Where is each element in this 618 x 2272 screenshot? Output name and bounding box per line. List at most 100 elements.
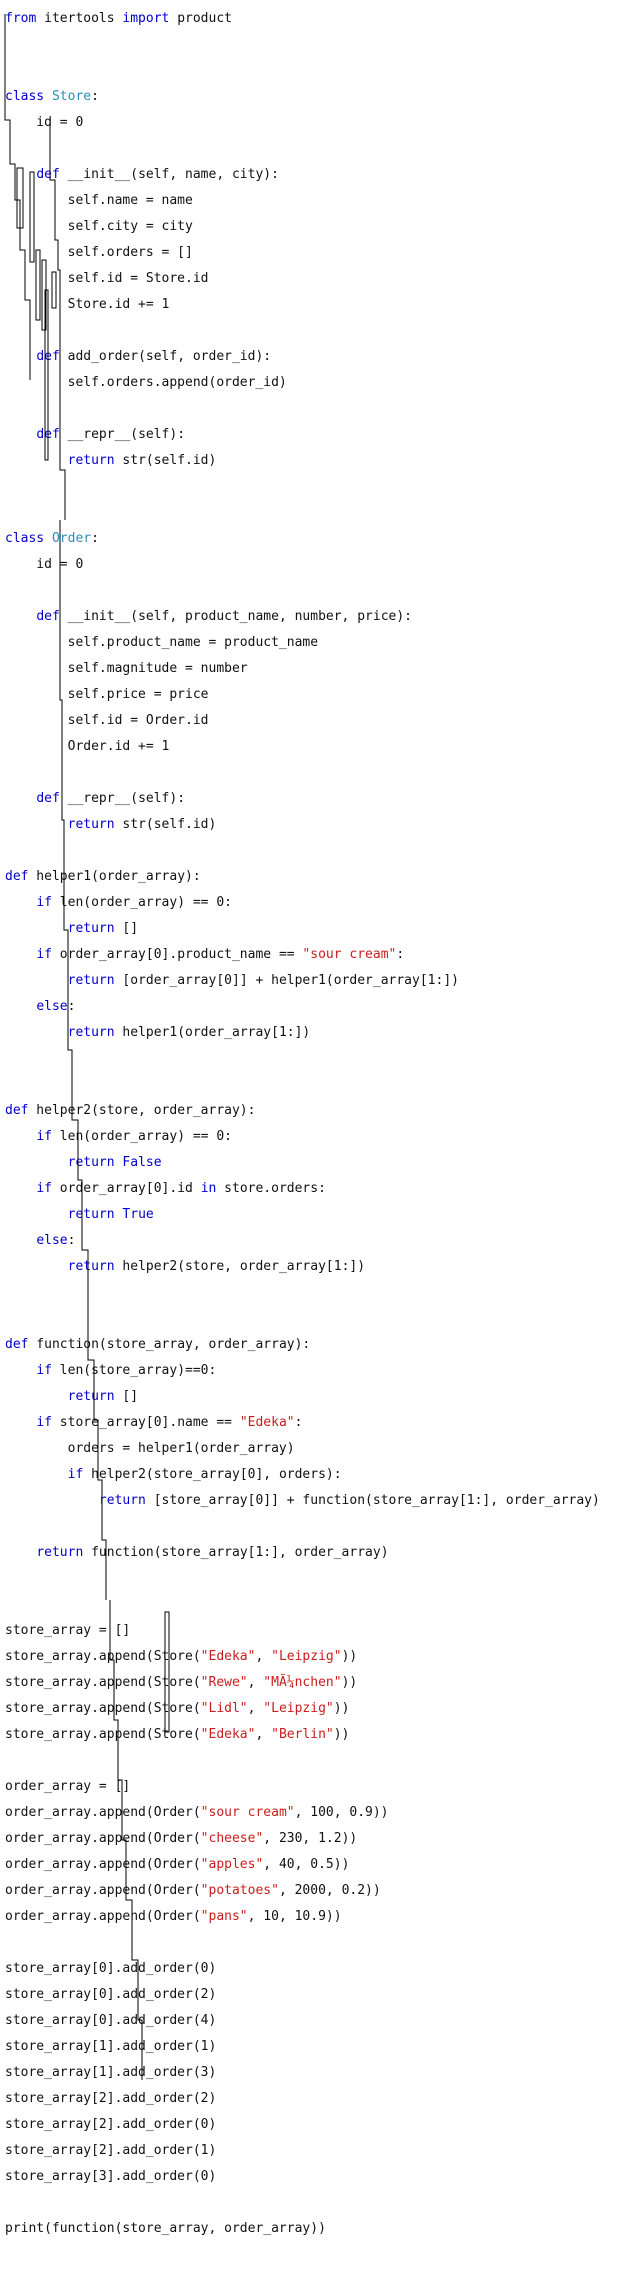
code-token: , 230, 1.2)): [263, 1831, 358, 1846]
code-line[interactable]: def __repr__(self):: [5, 786, 600, 812]
code-line[interactable]: store_array[0].add_order(0): [5, 1956, 600, 1982]
code-line[interactable]: store_array[2].add_order(1): [5, 2138, 600, 2164]
code-line[interactable]: [5, 1592, 600, 1618]
code-line[interactable]: store_array.append(Store("Edeka", "Berli…: [5, 1722, 600, 1748]
code-line[interactable]: id = 0: [5, 552, 600, 578]
code-line[interactable]: [5, 396, 600, 422]
code-token: return: [67, 1155, 115, 1170]
code-area[interactable]: from itertools import product class Store…: [5, 6, 600, 2242]
code-line[interactable]: self.orders = []: [5, 240, 600, 266]
code-line[interactable]: return [order_array[0]] + helper1(order_…: [5, 968, 600, 994]
code-line[interactable]: self.city = city: [5, 214, 600, 240]
code-line[interactable]: store_array[1].add_order(1): [5, 2034, 600, 2060]
code-line[interactable]: class Store:: [5, 84, 600, 110]
code-token: )): [333, 1701, 350, 1716]
code-token: return: [67, 921, 115, 936]
code-line[interactable]: return str(self.id): [5, 812, 600, 838]
code-line[interactable]: store_array[3].add_order(0): [5, 2164, 600, 2190]
code-line[interactable]: self.name = name: [5, 188, 600, 214]
code-line[interactable]: store_array.append(Store("Rewe", "MÃ¼nch…: [5, 1670, 600, 1696]
code-line[interactable]: print(function(store_array, order_array)…: [5, 2216, 600, 2242]
code-line[interactable]: if helper2(store_array[0], orders):: [5, 1462, 600, 1488]
code-line[interactable]: store_array.append(Store("Lidl", "Leipzi…: [5, 1696, 600, 1722]
code-line[interactable]: return []: [5, 916, 600, 942]
code-line[interactable]: [5, 136, 600, 162]
code-line[interactable]: [5, 760, 600, 786]
code-token: store_array[0].add_order(0): [5, 1961, 217, 1976]
code-line[interactable]: return function(store_array[1:], order_a…: [5, 1540, 600, 1566]
code-line[interactable]: order_array.append(Order("potatoes", 200…: [5, 1878, 600, 1904]
code-line[interactable]: self.id = Order.id: [5, 708, 600, 734]
code-line[interactable]: else:: [5, 994, 600, 1020]
code-token: self.price = price: [5, 687, 209, 702]
code-line[interactable]: store_array.append(Store("Edeka", "Leipz…: [5, 1644, 600, 1670]
code-line[interactable]: id = 0: [5, 110, 600, 136]
code-token: [order_array[0]] + helper1(order_array[1…: [114, 973, 459, 988]
code-line[interactable]: if order_array[0].product_name == "sour …: [5, 942, 600, 968]
code-line[interactable]: from itertools import product: [5, 6, 600, 32]
code-line[interactable]: [5, 1514, 600, 1540]
code-line[interactable]: def add_order(self, order_id):: [5, 344, 600, 370]
code-line[interactable]: def function(store_array, order_array):: [5, 1332, 600, 1358]
code-line[interactable]: else:: [5, 1228, 600, 1254]
code-line[interactable]: [5, 500, 600, 526]
code-line[interactable]: [5, 2190, 600, 2216]
code-line[interactable]: class Order:: [5, 526, 600, 552]
code-line[interactable]: store_array[0].add_order(4): [5, 2008, 600, 2034]
code-line[interactable]: [5, 1072, 600, 1098]
code-line[interactable]: [5, 1046, 600, 1072]
code-line[interactable]: order_array.append(Order("cheese", 230, …: [5, 1826, 600, 1852]
code-line[interactable]: return helper1(order_array[1:]): [5, 1020, 600, 1046]
code-line[interactable]: self.product_name = product_name: [5, 630, 600, 656]
code-line[interactable]: Order.id += 1: [5, 734, 600, 760]
code-line[interactable]: if order_array[0].id in store.orders:: [5, 1176, 600, 1202]
code-line[interactable]: [5, 1306, 600, 1332]
code-line[interactable]: return False: [5, 1150, 600, 1176]
code-line[interactable]: store_array[0].add_order(2): [5, 1982, 600, 2008]
code-line[interactable]: return []: [5, 1384, 600, 1410]
code-line[interactable]: self.price = price: [5, 682, 600, 708]
code-line[interactable]: [5, 1280, 600, 1306]
code-line[interactable]: [5, 1748, 600, 1774]
code-line[interactable]: def helper1(order_array):: [5, 864, 600, 890]
code-line[interactable]: [5, 474, 600, 500]
code-line[interactable]: [5, 838, 600, 864]
code-line[interactable]: [5, 58, 600, 84]
code-line[interactable]: if len(order_array) == 0:: [5, 1124, 600, 1150]
code-line[interactable]: def __init__(self, name, city):: [5, 162, 600, 188]
code-line[interactable]: order_array.append(Order("pans", 10, 10.…: [5, 1904, 600, 1930]
code-line[interactable]: store_array = []: [5, 1618, 600, 1644]
code-line[interactable]: Store.id += 1: [5, 292, 600, 318]
code-line[interactable]: if len(order_array) == 0:: [5, 890, 600, 916]
code-line[interactable]: [5, 1930, 600, 1956]
code-line[interactable]: store_array[1].add_order(3): [5, 2060, 600, 2086]
code-line[interactable]: def helper2(store, order_array):: [5, 1098, 600, 1124]
code-editor[interactable]: from itertools import product class Store…: [0, 0, 618, 2272]
code-line[interactable]: [5, 32, 600, 58]
code-line[interactable]: order_array.append(Order("sour cream", 1…: [5, 1800, 600, 1826]
code-line[interactable]: def __init__(self, product_name, number,…: [5, 604, 600, 630]
code-token: []: [114, 921, 139, 936]
code-line[interactable]: self.orders.append(order_id): [5, 370, 600, 396]
code-line[interactable]: return True: [5, 1202, 600, 1228]
code-line[interactable]: return str(self.id): [5, 448, 600, 474]
code-line[interactable]: if store_array[0].name == "Edeka":: [5, 1410, 600, 1436]
code-line[interactable]: orders = helper1(order_array): [5, 1436, 600, 1462]
code-line[interactable]: store_array[2].add_order(2): [5, 2086, 600, 2112]
code-line[interactable]: def __repr__(self):: [5, 422, 600, 448]
code-token: store_array = []: [5, 1623, 131, 1638]
code-line[interactable]: [5, 1566, 600, 1592]
code-line[interactable]: return helper2(store, order_array[1:]): [5, 1254, 600, 1280]
code-line[interactable]: store_array[2].add_order(0): [5, 2112, 600, 2138]
code-line[interactable]: return [store_array[0]] + function(store…: [5, 1488, 600, 1514]
code-line[interactable]: self.id = Store.id: [5, 266, 600, 292]
code-line[interactable]: order_array.append(Order("apples", 40, 0…: [5, 1852, 600, 1878]
code-line[interactable]: if len(store_array)==0:: [5, 1358, 600, 1384]
code-token: itertools: [36, 11, 123, 26]
code-token: ,: [255, 1649, 272, 1664]
code-line[interactable]: self.magnitude = number: [5, 656, 600, 682]
code-line[interactable]: [5, 318, 600, 344]
code-line[interactable]: order_array = []: [5, 1774, 600, 1800]
code-line[interactable]: [5, 578, 600, 604]
